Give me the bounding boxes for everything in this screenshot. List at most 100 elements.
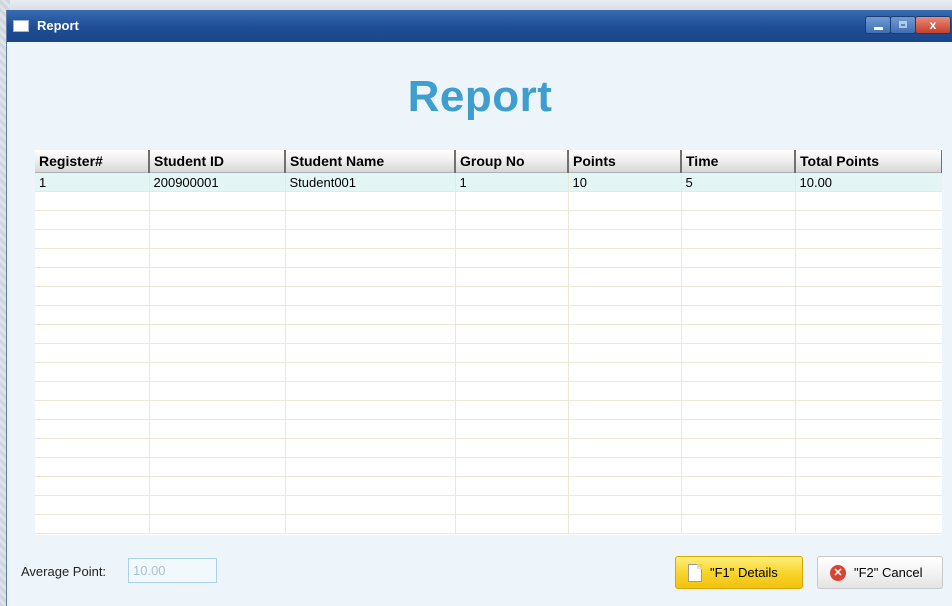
empty-cell <box>149 381 286 401</box>
desktop-background <box>0 0 952 10</box>
empty-cell <box>568 210 682 230</box>
empty-cell <box>455 305 569 325</box>
empty-row <box>35 286 942 306</box>
empty-cell <box>149 514 286 534</box>
empty-cell <box>455 267 569 287</box>
close-icon: x <box>929 18 937 32</box>
empty-cell <box>568 381 682 401</box>
empty-cell <box>681 438 796 458</box>
empty-cell <box>285 438 456 458</box>
minimize-button[interactable] <box>865 16 891 34</box>
empty-cell <box>795 286 942 306</box>
empty-cell <box>149 343 286 363</box>
report-table: Register# Student ID Student Name Group … <box>35 150 942 534</box>
table-cell: Student001 <box>285 172 456 192</box>
empty-cell <box>35 438 150 458</box>
empty-cell <box>795 514 942 534</box>
empty-cell <box>149 362 286 382</box>
empty-row <box>35 324 942 344</box>
empty-cell <box>285 229 456 249</box>
column-header-group-no[interactable]: Group No <box>455 150 569 173</box>
column-header-points[interactable]: Points <box>568 150 682 173</box>
empty-row <box>35 457 942 477</box>
empty-cell <box>149 457 286 477</box>
average-point-label: Average Point: <box>21 564 107 579</box>
empty-cell <box>285 267 456 287</box>
empty-cell <box>455 210 569 230</box>
column-header-student-name[interactable]: Student Name <box>285 150 456 173</box>
column-header-register[interactable]: Register# <box>35 150 150 173</box>
empty-row <box>35 514 942 534</box>
empty-cell <box>681 381 796 401</box>
close-button[interactable]: x <box>915 16 951 34</box>
empty-cell <box>285 191 456 211</box>
table-cell: 10.00 <box>795 172 942 192</box>
empty-cell <box>285 381 456 401</box>
empty-cell <box>568 514 682 534</box>
empty-cell <box>795 343 942 363</box>
empty-cell <box>35 457 150 477</box>
empty-cell <box>455 476 569 496</box>
maximize-button[interactable] <box>890 16 916 34</box>
column-header-student-id[interactable]: Student ID <box>149 150 286 173</box>
empty-cell <box>795 248 942 268</box>
table-cell: 10 <box>568 172 682 192</box>
table-cell: 5 <box>681 172 796 192</box>
empty-cell <box>455 495 569 515</box>
header-row: Register# Student ID Student Name Group … <box>35 150 942 173</box>
maximize-icon <box>891 17 915 33</box>
empty-cell <box>149 438 286 458</box>
cancel-button[interactable]: ✕ "F2" Cancel <box>817 556 943 589</box>
average-point-field[interactable] <box>128 558 217 583</box>
empty-cell <box>568 476 682 496</box>
empty-cell <box>35 343 150 363</box>
empty-cell <box>35 267 150 287</box>
empty-cell <box>149 476 286 496</box>
empty-row <box>35 419 942 439</box>
empty-cell <box>35 381 150 401</box>
empty-cell <box>285 343 456 363</box>
cancel-icon: ✕ <box>830 564 846 581</box>
empty-cell <box>455 419 569 439</box>
empty-cell <box>795 381 942 401</box>
document-icon <box>688 563 702 582</box>
empty-cell <box>795 457 942 477</box>
table-cell: 1 <box>35 172 150 192</box>
empty-cell <box>568 495 682 515</box>
page-title: Report <box>407 72 553 121</box>
empty-cell <box>35 324 150 344</box>
empty-cell <box>35 495 150 515</box>
empty-cell <box>568 191 682 211</box>
empty-cell <box>568 362 682 382</box>
cancel-button-label: "F2" Cancel <box>854 565 923 580</box>
empty-cell <box>681 343 796 363</box>
column-header-time[interactable]: Time <box>681 150 796 173</box>
empty-cell <box>455 248 569 268</box>
table-cell: 200900001 <box>149 172 286 192</box>
empty-cell <box>568 457 682 477</box>
empty-cell <box>285 305 456 325</box>
empty-cell <box>285 248 456 268</box>
empty-cell <box>149 229 286 249</box>
empty-cell <box>681 248 796 268</box>
report-grid[interactable]: Register# Student ID Student Name Group … <box>35 150 942 535</box>
empty-cell <box>795 476 942 496</box>
empty-row <box>35 248 942 268</box>
window-icon <box>13 20 29 32</box>
empty-cell <box>149 267 286 287</box>
empty-row <box>35 381 942 401</box>
empty-cell <box>795 438 942 458</box>
table-row[interactable]: 1 200900001 Student001 1 10 5 10.00 <box>35 172 942 192</box>
empty-cell <box>149 305 286 325</box>
window-controls: x <box>865 16 951 34</box>
empty-cell <box>795 362 942 382</box>
column-header-total-points[interactable]: Total Points <box>795 150 942 173</box>
empty-cell <box>149 248 286 268</box>
empty-cell <box>149 400 286 420</box>
title-bar[interactable]: Report x <box>7 10 952 42</box>
report-window: Report x Report Register# Student ID Stu… <box>6 10 952 606</box>
empty-cell <box>568 324 682 344</box>
details-button[interactable]: "F1" Details <box>675 556 803 589</box>
empty-cell <box>795 305 942 325</box>
empty-cell <box>455 191 569 211</box>
